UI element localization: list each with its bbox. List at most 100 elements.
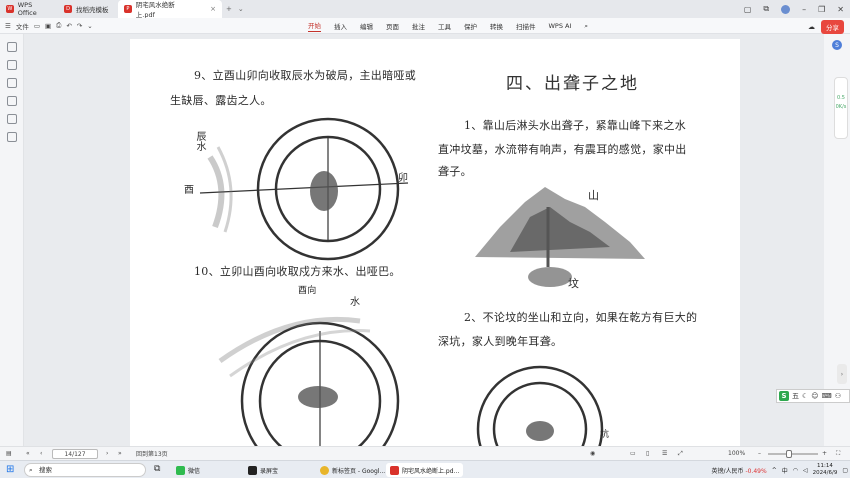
ime-toolbar[interactable]: S 五 ☾ ☺ ⌨ ⚇ <box>776 389 850 403</box>
attachment-icon[interactable] <box>7 96 17 106</box>
prev-page-icon[interactable]: ‹ <box>40 450 42 457</box>
assistant-icon[interactable]: S <box>832 40 842 50</box>
fig1-label-mao: 卯 <box>398 173 409 184</box>
menu-convert[interactable]: 转换 <box>490 21 503 31</box>
more-icon[interactable]: ⌄ <box>87 22 92 30</box>
fullscreen-icon[interactable]: ⛶ <box>836 450 840 458</box>
tray-chevron-icon[interactable]: ^ <box>772 467 777 474</box>
save-icon[interactable]: ▣ <box>45 22 51 30</box>
title-tab-bar: W WPS Office D 找稻壳模板 P 阴宅风水绝断上.pdf × + ⌄… <box>0 0 850 19</box>
zoom-out-icon[interactable]: – <box>758 450 761 457</box>
collapse-chevron-icon[interactable]: › <box>837 364 847 384</box>
wifi-icon[interactable]: ◠ <box>793 467 798 474</box>
right-para-1-line-2: 直冲坟墓，水流带有响声，有震耳的感觉，家中出 <box>438 143 687 156</box>
clock[interactable]: 11:14 2024/6/9 <box>813 463 838 477</box>
ime-moon-icon[interactable]: ☾ <box>802 392 808 400</box>
zoom-in-icon[interactable]: + <box>822 450 827 457</box>
section-heading: 四、出聋子之地 <box>506 74 639 94</box>
system-tray: 英镑/人民币 -0.49% ^ 中 ◠ ◁ 11:14 2024/6/9 ▢ <box>712 462 848 478</box>
menu-comment[interactable]: 批注 <box>412 21 425 31</box>
menu-insert[interactable]: 插入 <box>334 21 347 31</box>
layers-icon[interactable] <box>7 132 17 142</box>
stock-name: 英镑/人民币 <box>711 467 744 475</box>
taskbar-wps[interactable]: 阴宅风水绝断上.pd... <box>386 463 464 477</box>
menu-home[interactable]: 开始 <box>308 20 321 32</box>
minimize-icon[interactable]: – <box>802 5 806 14</box>
double-page-icon[interactable]: ▯ <box>646 450 649 457</box>
mountain-figure <box>475 187 645 287</box>
search-icon[interactable]: ⌕ <box>584 22 588 31</box>
share-button[interactable]: 分享 <box>821 20 844 34</box>
first-page-icon[interactable]: « <box>26 450 30 457</box>
notification-icon[interactable]: ▢ <box>842 467 848 474</box>
windows-start-icon[interactable]: ⊞ <box>6 464 14 475</box>
restore-icon[interactable]: ❐ <box>818 5 825 14</box>
document-viewport[interactable]: 9、立酉山卯向收取辰水为破局，主出暗哑或 生缺唇、露齿之人。 辰水 酉 卯 10… <box>24 34 824 446</box>
ribbon: ☰ 文件 ▭ ▣ ⎙ ↶ ↷ ⌄ 开始 插入 编辑 页面 批注 工具 保护 转换… <box>0 18 850 34</box>
thumbnail-icon[interactable] <box>7 60 17 70</box>
task-view-icon[interactable]: ⧉ <box>154 464 160 474</box>
fig4-label-keng: 坑 <box>600 430 610 440</box>
zoom-value[interactable]: 100% <box>728 450 745 457</box>
window-layout-icon[interactable]: ▢ <box>744 5 752 14</box>
page-number-input[interactable]: 14/127 <box>52 449 98 459</box>
taskbar-chrome[interactable]: 新标签页 - Googl... <box>316 463 389 477</box>
pdf-page: 9、立酉山卯向收取辰水为破局，主出暗哑或 生缺唇、露齿之人。 辰水 酉 卯 10… <box>130 39 740 446</box>
print-icon[interactable]: ⎙ <box>56 21 61 30</box>
speed-value-1: 0.5 <box>837 95 845 101</box>
close-tab-icon[interactable]: × <box>210 5 216 13</box>
stock-widget[interactable]: 英镑/人民币 -0.49% <box>712 466 767 475</box>
add-tab-icon[interactable]: + <box>226 5 232 13</box>
menu-scan[interactable]: 扫描件 <box>516 21 536 31</box>
wechat-icon <box>176 465 185 475</box>
tab-template[interactable]: D 找稻壳模板 <box>58 0 118 18</box>
ime-emoji-icon[interactable]: ☺ <box>811 392 818 400</box>
ime-mode[interactable]: 五 <box>792 391 799 401</box>
bookmark-icon[interactable] <box>7 42 17 52</box>
single-page-icon[interactable]: ▭ <box>630 450 636 457</box>
ime-keyboard-icon[interactable]: ⌨ <box>822 392 832 400</box>
taskbar-recorder[interactable]: 录屏宝 <box>244 463 282 477</box>
fig3-label-shan: 山 <box>588 189 600 202</box>
tab-pdf-document[interactable]: P 阴宅风水绝断上.pdf × <box>118 0 222 19</box>
wps-icon <box>390 465 399 475</box>
redo-icon[interactable]: ↷ <box>77 22 82 30</box>
next-page-icon[interactable]: › <box>106 450 108 457</box>
continuous-icon[interactable]: ☰ <box>662 450 667 457</box>
menu-protect[interactable]: 保护 <box>464 21 477 31</box>
zoom-knob[interactable] <box>786 450 792 458</box>
template-icon: D <box>64 5 72 13</box>
ime-indicator[interactable]: 中 <box>782 466 788 475</box>
menu-icon[interactable]: ☰ <box>5 22 11 30</box>
windows-taskbar: ⊞ ⌕ 搜索 ⧉ 微信 录屏宝 新标签页 - Googl... 阴宅风水绝断上.… <box>0 460 850 478</box>
taskbar-wechat[interactable]: 微信 <box>172 463 204 477</box>
close-window-icon[interactable]: ✕ <box>837 5 844 14</box>
comment-icon[interactable] <box>7 78 17 88</box>
signature-icon[interactable] <box>7 114 17 124</box>
chevron-down-icon[interactable]: ⌄ <box>238 5 244 13</box>
fig3-label-fen: 坟 <box>568 277 580 290</box>
tabs-icon[interactable]: ⧉ <box>763 4 769 14</box>
back-to-page-link[interactable]: 回到第13页 <box>136 449 168 458</box>
undo-icon[interactable]: ↶ <box>66 22 71 30</box>
taskbar-search[interactable]: ⌕ 搜索 <box>24 463 146 477</box>
menu-wps-ai[interactable]: WPS AI <box>549 22 572 30</box>
cloud-icon[interactable]: ☁ <box>808 23 815 31</box>
toc-icon[interactable]: ▤ <box>6 450 12 457</box>
wps-logo-icon: W <box>6 5 14 13</box>
last-page-icon[interactable]: » <box>118 450 122 457</box>
taskbar-label: 阴宅风水绝断上.pd... <box>402 467 460 475</box>
user-avatar[interactable] <box>781 4 791 14</box>
folder-icon[interactable]: ▭ <box>34 22 40 30</box>
volume-icon[interactable]: ◁ <box>803 467 808 474</box>
fit-icon[interactable]: ⤢ <box>678 450 683 458</box>
menu-page[interactable]: 页面 <box>386 21 399 31</box>
zoom-slider[interactable] <box>768 453 818 455</box>
eye-icon[interactable]: ◉ <box>590 450 595 457</box>
ime-user-icon[interactable]: ⚇ <box>835 392 841 400</box>
menu-tools[interactable]: 工具 <box>438 21 451 31</box>
tab-wps-office[interactable]: W WPS Office <box>0 0 58 18</box>
fig1-label-you: 酉 <box>184 185 195 196</box>
menu-edit[interactable]: 编辑 <box>360 21 373 31</box>
file-menu[interactable]: 文件 <box>16 21 29 31</box>
